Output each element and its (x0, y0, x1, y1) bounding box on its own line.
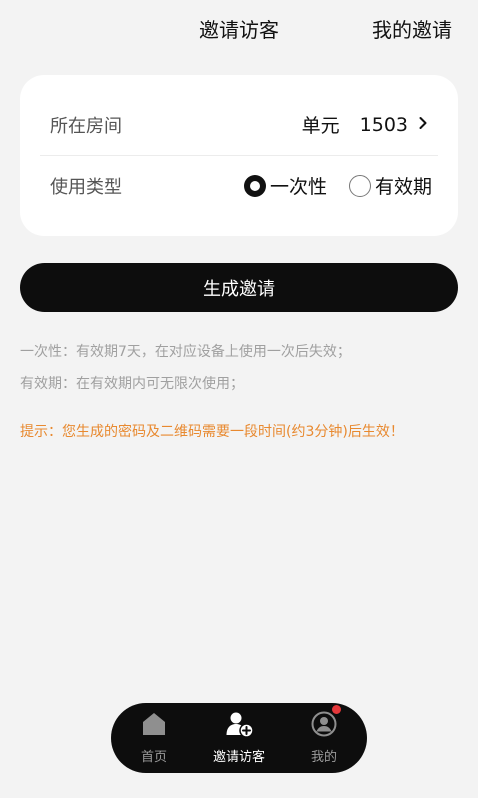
header-bar: 邀请访客 我的邀请 (0, 0, 478, 54)
option-one-time-label: 一次性 (269, 176, 327, 198)
tab-mine-label: 我的 (310, 750, 337, 765)
chevron-right-icon (418, 116, 428, 134)
radio-unchecked-icon[interactable] (348, 174, 371, 197)
room-row[interactable]: 所在房间 单元 1503 (20, 75, 458, 155)
home-icon (141, 711, 167, 737)
room-label: 所在房间 (50, 116, 122, 137)
usage-type-label: 使用类型 (50, 177, 122, 198)
tab-mine[interactable]: 我的 (284, 703, 364, 773)
room-unit: 单元 (301, 115, 340, 137)
notification-badge (332, 705, 341, 714)
tab-home-label: 首页 (140, 750, 167, 765)
one-time-note: 一次性：有效期7天，在对应设备上使用一次后失效； (20, 344, 351, 360)
invite-form-card: 所在房间 单元 1503 使用类型 一次性 有效期 (20, 75, 458, 236)
tab-invite-visitor-label: 邀请访客 (212, 750, 265, 765)
option-validity-period[interactable]: 有效期 (348, 172, 432, 199)
tab-invite-visitor[interactable]: 邀请访客 (199, 703, 279, 773)
activation-tip: 提示：您生成的密码及二维码需要一段时间(约3分钟)后生效！ (20, 424, 404, 440)
tab-home[interactable]: 首页 (114, 703, 194, 773)
radio-checked-icon[interactable] (243, 174, 266, 197)
room-value[interactable]: 单元 1503 (302, 111, 428, 138)
add-visitor-icon (226, 711, 254, 738)
row-divider (40, 155, 438, 156)
bottom-tab-bar: 首页 邀请访客 我的 (111, 703, 367, 773)
generate-invite-button[interactable]: 生成邀请 (20, 263, 458, 312)
my-invitations-link[interactable]: 我的邀请 (372, 14, 452, 43)
room-number: 1503 (359, 113, 408, 136)
option-one-time[interactable]: 一次性 (243, 172, 327, 199)
usage-type-options: 一次性 有效期 (243, 172, 432, 199)
profile-icon (311, 711, 337, 737)
validity-note: 有效期：在有效期内可无限次使用； (20, 376, 244, 392)
option-validity-period-label: 有效期 (374, 176, 432, 198)
